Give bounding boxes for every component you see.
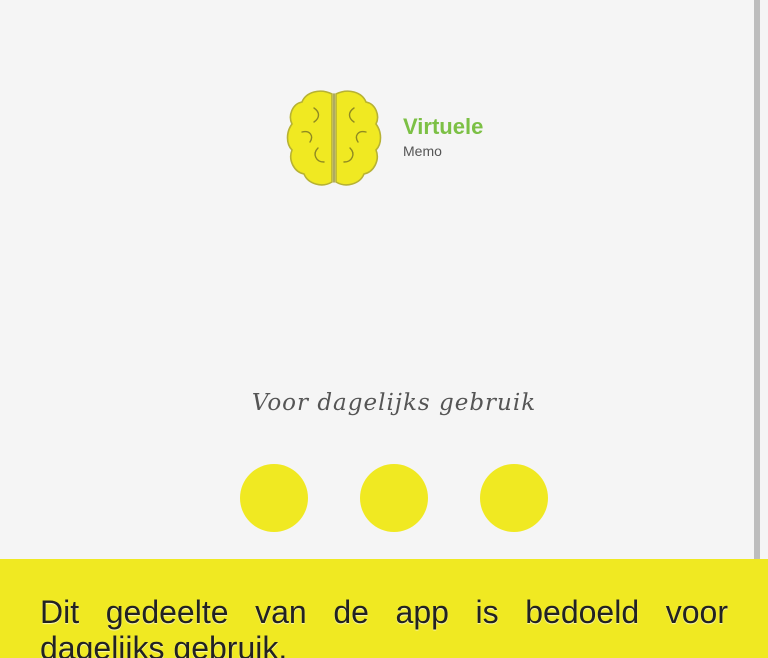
page-indicator xyxy=(240,464,550,532)
page-dot-1[interactable] xyxy=(240,464,308,532)
page-dot-2[interactable] xyxy=(360,464,428,532)
app-screen: Virtuele Memo Voor dagelijks gebruik Dit… xyxy=(0,0,768,658)
page-dot-3[interactable] xyxy=(480,464,548,532)
tagline: Voor dagelijks gebruik xyxy=(251,390,537,416)
info-banner-text: Dit gedeelte van de app is bedoeld voor … xyxy=(40,594,728,658)
app-title: Virtuele xyxy=(403,114,484,139)
brand-block: Virtuele Memo xyxy=(403,114,483,160)
scrollbar[interactable] xyxy=(754,0,760,560)
brain-icon xyxy=(284,86,384,192)
app-subtitle: Memo xyxy=(403,143,442,159)
